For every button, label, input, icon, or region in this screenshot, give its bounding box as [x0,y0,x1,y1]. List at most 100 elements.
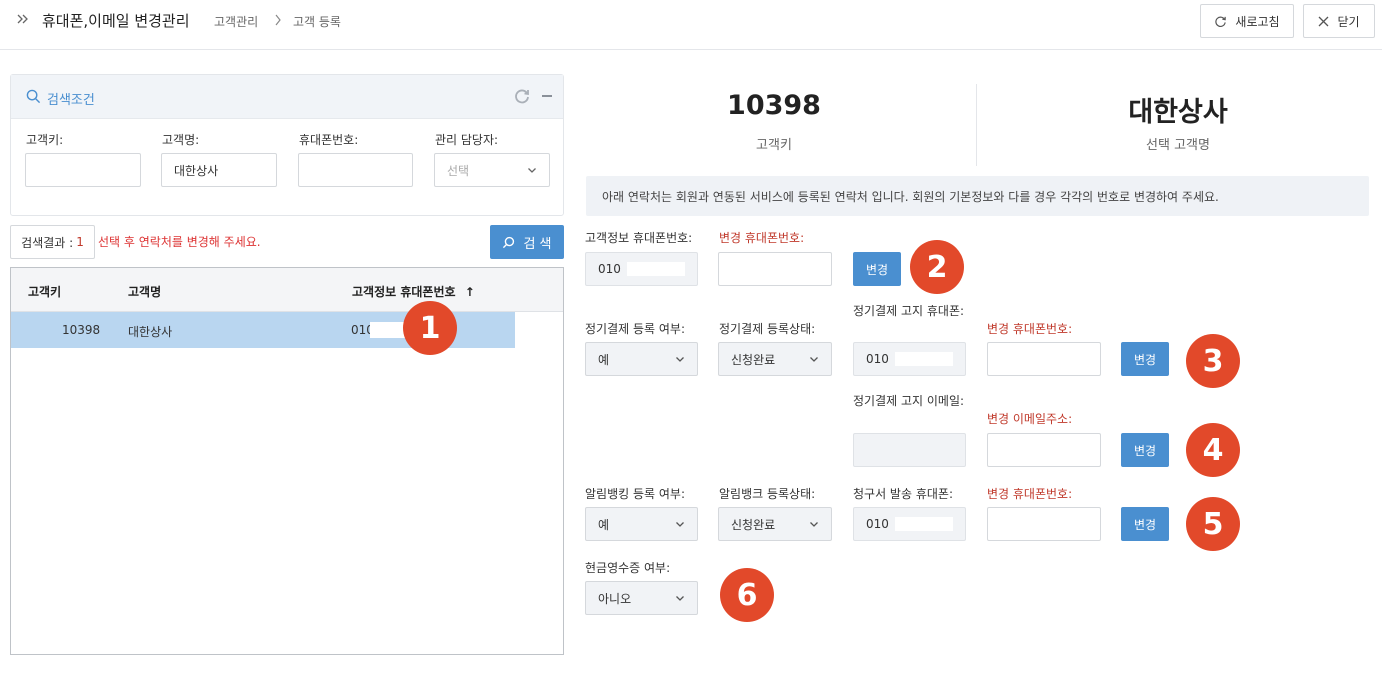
bill-phone-label: 청구서 발송 휴대폰: [853,487,953,501]
recurring-reg-select[interactable]: 예 [585,342,698,376]
manager-select-value: 선택 [447,163,470,178]
close-button[interactable]: 닫기 [1303,4,1375,38]
phone-input[interactable] [298,153,413,187]
customer-key-input[interactable] [25,153,141,187]
summary-customer-name-label: 선택 고객명 [1146,138,1210,153]
collapse-icon[interactable] [542,95,552,97]
breadcrumb-item-customer-register[interactable]: 고객 등록 [293,13,341,30]
chevron-down-icon [676,596,684,601]
masked-phone [894,352,953,366]
column-header-phone[interactable]: 고객정보 휴대폰번호 ↑ [352,283,475,300]
sort-ascending-icon: ↑ [464,285,475,299]
result-label: 검색결과 : [21,235,74,250]
recurring-notify-email-label: 정기결제 고지 이메일: [853,394,965,408]
recurring-status-value: 신청완료 [731,352,776,367]
recurring-status-select[interactable]: 신청완료 [718,342,832,376]
chevron-down-icon [676,357,684,362]
alert-bank-status-select[interactable]: 신청완료 [718,507,832,541]
refresh-label: 새로고침 [1235,14,1280,29]
cash-receipt-label: 현금영수증 여부: [585,561,671,575]
alert-bank-reg-select[interactable]: 예 [585,507,698,541]
column-header-key[interactable]: 고객키 [28,283,61,300]
chevron-down-icon [810,357,818,362]
summary-customer-name: 대한상사 [1128,97,1228,128]
change-bill-phone-button[interactable]: 변경 [1121,507,1169,541]
step-badge-5: 5 [1186,497,1240,551]
customer-phone-value: 010 [598,262,621,276]
close-icon [1318,16,1329,26]
page-title: 휴대폰,이메일 변경관리 [42,12,190,30]
manager-label: 관리 담당자: [435,133,499,147]
phone-label: 휴대폰번호: [299,133,359,147]
summary-customer-key-label: 고객키 [756,138,792,153]
top-bar [0,0,1382,50]
result-count: 1 [76,235,84,249]
search-icon [503,236,515,248]
step-badge-4: 4 [1186,423,1240,477]
bill-phone-value: 010 [866,517,889,531]
table-header: 고객키 고객명 고객정보 휴대폰번호 ↑ [11,268,563,312]
chevron-down-icon [676,522,684,527]
customer-phone-field: 010 [585,252,698,286]
customer-phone-label: 고객정보 휴대폰번호: [585,231,693,245]
manager-select[interactable]: 선택 [434,153,550,187]
change-email-input[interactable] [987,433,1101,467]
alert-bank-status-label: 알림뱅크 등록상태: [719,487,816,501]
step-badge-1: 1 [403,301,457,355]
chevron-down-icon [528,168,536,173]
search-panel-title: 검색조건 [47,93,95,108]
double-chevron-icon [17,14,28,24]
info-notice: 아래 연락처는 회원과 연동된 서비스에 등록된 연락처 입니다. 회원의 기본… [586,176,1369,216]
column-header-name[interactable]: 고객명 [128,283,161,300]
change-email-label: 변경 이메일주소: [987,412,1073,426]
summary-divider [976,84,977,166]
change-email-button[interactable]: 변경 [1121,433,1169,467]
bill-phone-field: 010 [853,507,966,541]
results-table: 고객키 고객명 고객정보 휴대폰번호 ↑ 10398 대한상사 010 [10,267,564,655]
change-phone-label: 변경 휴대폰번호: [719,231,805,245]
change-notify-phone-input[interactable] [987,342,1101,376]
reset-icon[interactable] [514,88,530,104]
step-badge-6: 6 [720,568,774,622]
summary-customer-key: 10398 [727,90,821,121]
chevron-right-icon [275,14,281,26]
step-badge-3: 3 [1186,334,1240,388]
close-label: 닫기 [1337,14,1360,29]
row-key: 10398 [62,323,101,337]
change-notify-phone-button[interactable]: 변경 [1121,342,1169,376]
recurring-status-label: 정기결제 등록상태: [719,322,816,336]
alert-bank-status-value: 신청완료 [731,517,776,532]
search-button[interactable]: 검 색 [490,225,564,259]
recurring-notify-phone-value: 010 [866,352,889,366]
step-badge-2: 2 [910,240,964,294]
change-bill-phone-input[interactable] [987,507,1101,541]
refresh-icon [1215,16,1227,27]
recurring-notify-email-field [853,433,966,467]
change-phone-button[interactable]: 변경 [853,252,901,286]
change-phone-input[interactable] [718,252,832,286]
customer-name-label: 고객명: [162,133,200,147]
refresh-button[interactable]: 새로고침 [1200,4,1294,38]
customer-key-label: 고객키: [26,133,64,147]
recurring-notify-phone-label: 정기결제 고지 휴대폰: [853,304,965,318]
masked-phone [626,262,685,276]
selection-hint: 선택 후 연락처를 변경해 주세요. [98,235,261,249]
masked-phone [894,517,953,531]
search-button-label: 검 색 [523,236,552,252]
search-panel: 검색조건 고객키: 고객명: 대한상사 휴대폰번호: 관리 담당자: 선택 [10,74,564,216]
alert-bank-reg-label: 알림뱅킹 등록 여부: [585,487,685,501]
alert-bank-reg-value: 예 [598,517,610,532]
cash-receipt-select[interactable]: 아니오 [585,581,698,615]
breadcrumb-item-customer-management[interactable]: 고객관리 [214,13,258,30]
result-count-box: 검색결과 : 1 [10,225,95,259]
search-icon [26,89,41,104]
recurring-reg-value: 예 [598,352,610,367]
customer-name-input[interactable]: 대한상사 [161,153,277,187]
change-notify-phone-label: 변경 휴대폰번호: [987,322,1073,336]
chevron-down-icon [810,522,818,527]
cash-receipt-value: 아니오 [598,591,632,606]
recurring-notify-phone-field: 010 [853,342,966,376]
column-header-phone-label: 고객정보 휴대폰번호 [352,285,456,299]
row-name: 대한상사 [128,325,173,339]
recurring-reg-label: 정기결제 등록 여부: [585,322,685,336]
